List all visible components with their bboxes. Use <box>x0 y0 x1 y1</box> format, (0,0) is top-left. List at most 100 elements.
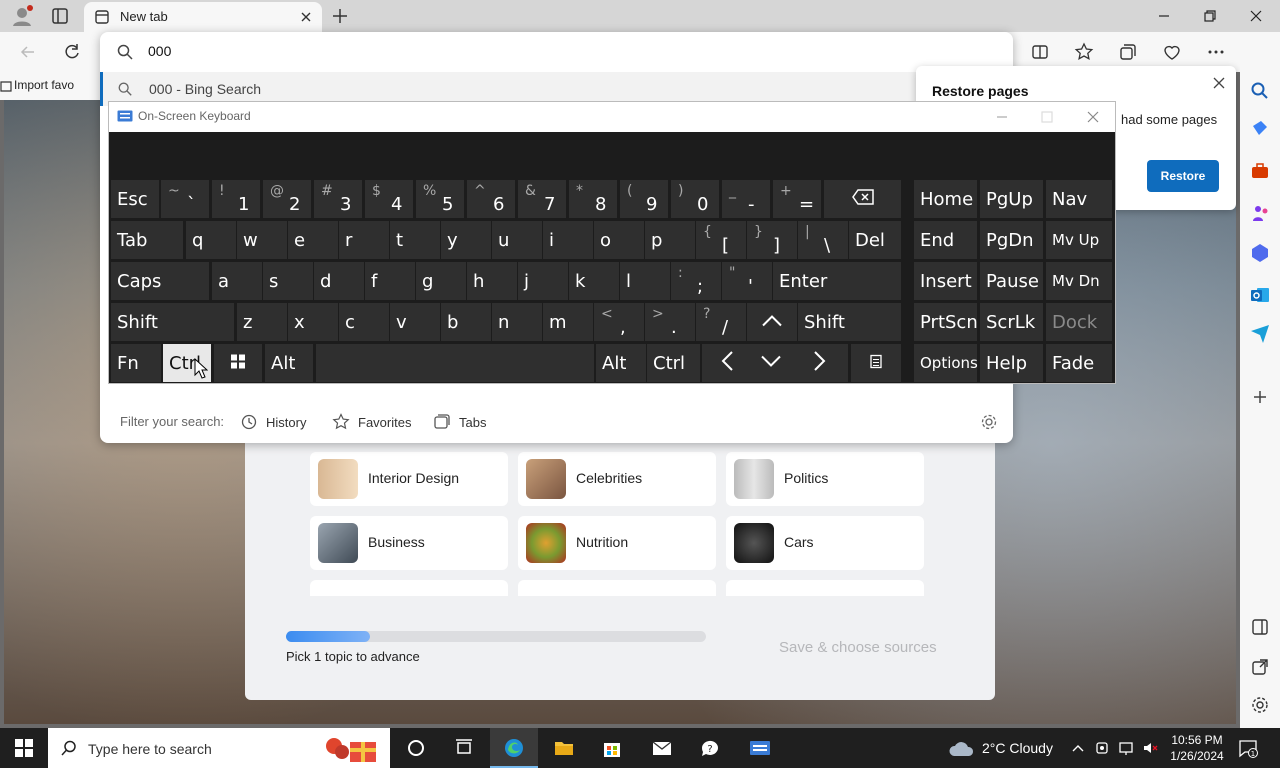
osk-key-fade[interactable]: Fade <box>1046 344 1112 382</box>
osk-key-shift[interactable]: Shift <box>798 303 901 341</box>
restore-window-icon[interactable] <box>1200 6 1220 26</box>
back-icon[interactable] <box>18 42 38 62</box>
topic-card[interactable] <box>726 580 924 596</box>
osk-key-backspace[interactable] <box>824 180 901 218</box>
refresh-icon[interactable] <box>62 42 82 62</box>
topic-card[interactable]: Politics <box>726 452 924 506</box>
minimize-icon[interactable] <box>1154 6 1174 26</box>
osk-taskbar-app[interactable] <box>736 728 784 768</box>
osk-key-x[interactable]: x <box>288 303 338 341</box>
osk-key-pause[interactable]: Pause <box>980 262 1043 300</box>
osk-key[interactable]: }] <box>747 221 797 259</box>
profile-icon[interactable] <box>10 4 34 28</box>
osk-key[interactable]: {[ <box>696 221 746 259</box>
osk-key-w[interactable]: w <box>237 221 287 259</box>
address-bar[interactable]: 000 <box>100 32 1013 70</box>
osk-key-del[interactable]: Del <box>849 221 901 259</box>
osk-key-c[interactable]: c <box>339 303 389 341</box>
outlook-icon[interactable] <box>1249 284 1271 306</box>
gear-icon[interactable] <box>980 413 998 431</box>
osk-key-shift[interactable]: Shift <box>111 303 234 341</box>
osk-key[interactable]: & 7 <box>518 180 566 218</box>
external-link-icon[interactable] <box>1249 656 1271 678</box>
osk-key[interactable]: * 8 <box>569 180 617 218</box>
osk-key-help[interactable]: Help <box>980 344 1043 382</box>
address-input[interactable]: 000 <box>148 43 171 59</box>
osk-key-r[interactable]: r <box>339 221 389 259</box>
osk-titlebar[interactable]: On-Screen Keyboard <box>109 102 1115 132</box>
osk-key-nav[interactable]: Nav <box>1046 180 1112 218</box>
filter-tabs[interactable]: Tabs <box>433 412 493 432</box>
osk-key-esc[interactable]: Esc <box>111 180 159 218</box>
osk-key-v[interactable]: v <box>390 303 440 341</box>
tab-new-tab[interactable]: New tab <box>84 2 322 32</box>
osk-key[interactable]: :; <box>671 262 721 300</box>
osk-key[interactable]: % 5 <box>416 180 464 218</box>
restore-button[interactable]: Restore <box>1147 160 1219 192</box>
osk-key-end[interactable]: End <box>914 221 977 259</box>
osk-key[interactable]: ? / <box>696 303 746 341</box>
taskbar-search-box[interactable]: Type here to search <box>48 728 390 768</box>
osk-key-o[interactable]: o <box>594 221 644 259</box>
search-icon[interactable] <box>1249 80 1271 102</box>
close-icon[interactable] <box>1210 74 1228 92</box>
network-icon[interactable] <box>1118 739 1134 757</box>
more-options-icon[interactable] <box>1206 42 1226 62</box>
osk-key-dock[interactable]: Dock <box>1046 303 1112 341</box>
osk-key-l[interactable]: l <box>620 262 670 300</box>
new-tab-button[interactable] <box>330 6 350 26</box>
osk-key-options[interactable]: Options <box>914 344 978 382</box>
osk-key-i[interactable]: i <box>543 221 593 259</box>
osk-key-ctrl[interactable]: Ctrl <box>647 344 700 382</box>
shopping-icon[interactable] <box>1249 118 1271 140</box>
osk-key-n[interactable]: n <box>492 303 542 341</box>
osk-key-windows[interactable] <box>214 344 262 382</box>
weather-widget[interactable]: 2°C Cloudy <box>948 736 1058 760</box>
osk-key[interactable]: _ - <box>722 180 770 218</box>
osk-key-scrlk[interactable]: ScrLk <box>980 303 1043 341</box>
osk-key-arrow-down[interactable] <box>746 344 796 382</box>
filter-favorites[interactable]: Favorites <box>332 412 412 432</box>
osk-key[interactable]: ! 1 <box>212 180 260 218</box>
tools-icon[interactable] <box>1249 160 1271 182</box>
osk-key-pgdn[interactable]: PgDn <box>980 221 1043 259</box>
tab-actions-icon[interactable] <box>50 6 70 26</box>
osk-key-prtscn[interactable]: PrtScn <box>914 303 978 341</box>
osk-key-m[interactable]: m <box>543 303 593 341</box>
mail-app[interactable] <box>638 728 686 768</box>
osk-key-z[interactable]: z <box>237 303 287 341</box>
osk-key-k[interactable]: k <box>569 262 619 300</box>
osk-key[interactable]: ^ 6 <box>467 180 515 218</box>
close-icon[interactable] <box>1085 109 1101 125</box>
maximize-icon[interactable] <box>1039 109 1055 125</box>
osk-key-tab[interactable]: Tab <box>111 221 183 259</box>
osk-key-mv-up[interactable]: Mv Up <box>1046 221 1112 259</box>
osk-key[interactable]: | \ <box>798 221 848 259</box>
osk-key[interactable]: @2 <box>263 180 311 218</box>
topic-card[interactable]: Nutrition <box>518 516 716 570</box>
osk-key-y[interactable]: y <box>441 221 491 259</box>
osk-key[interactable]: ) 0 <box>671 180 719 218</box>
osk-key-a[interactable]: a <box>212 262 262 300</box>
import-favorites-link[interactable]: Import favo <box>14 78 74 92</box>
osk-key-arrow-left[interactable] <box>702 344 752 382</box>
file-explorer-app[interactable] <box>540 728 588 768</box>
osk-key-menu[interactable] <box>851 344 901 382</box>
microsoft-365-icon[interactable] <box>1249 242 1271 264</box>
send-icon[interactable] <box>1249 322 1271 344</box>
osk-key[interactable]: >. <box>645 303 695 341</box>
add-icon[interactable] <box>1249 386 1271 408</box>
topic-card[interactable]: Interior Design <box>310 452 508 506</box>
notification-icon[interactable]: 1 <box>1238 738 1258 758</box>
help-app[interactable]: ? <box>686 728 734 768</box>
osk-key-f[interactable]: f <box>365 262 415 300</box>
store-app[interactable] <box>588 728 636 768</box>
filter-history[interactable]: History <box>240 412 310 432</box>
topic-card[interactable] <box>310 580 508 596</box>
taskview-button[interactable] <box>440 728 488 768</box>
osk-key-t[interactable]: t <box>390 221 440 259</box>
volume-muted-icon[interactable] <box>1142 739 1158 757</box>
osk-key-arrow-up[interactable] <box>747 303 797 341</box>
osk-key-alt[interactable]: Alt <box>596 344 646 382</box>
osk-key-u[interactable]: u <box>492 221 542 259</box>
